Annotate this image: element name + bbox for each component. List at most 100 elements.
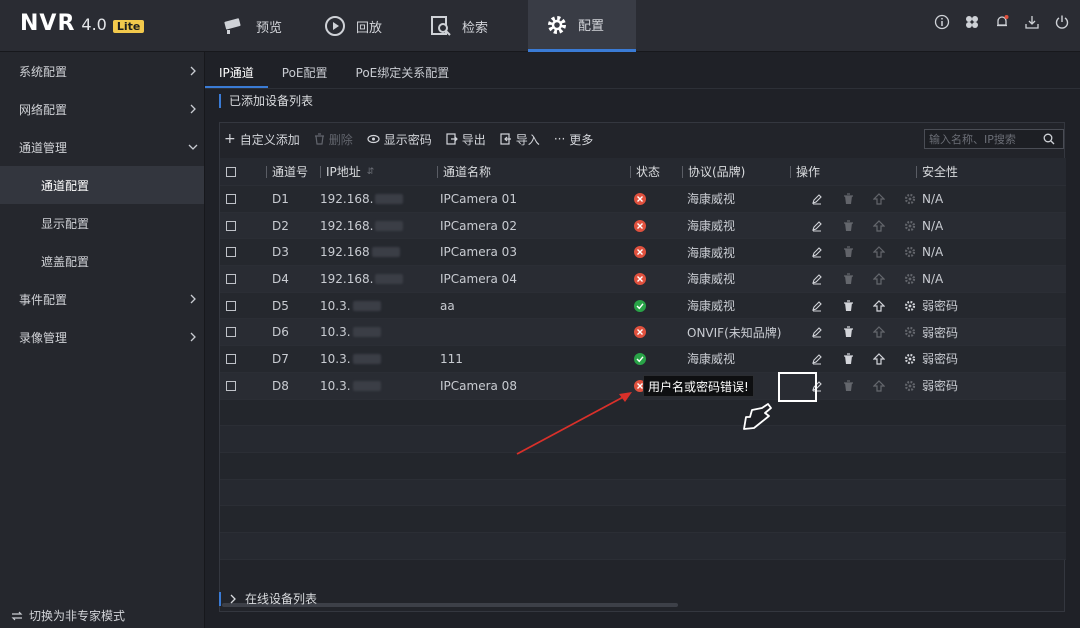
settings-icon[interactable] bbox=[903, 192, 917, 206]
column-header[interactable]: 安全性 bbox=[916, 158, 958, 185]
tab-poe-config[interactable]: PoE配置 bbox=[268, 64, 342, 88]
column-header[interactable]: 状态 bbox=[630, 158, 660, 185]
row-checkbox[interactable] bbox=[226, 373, 236, 399]
online-devices-section[interactable]: 在线设备列表 bbox=[219, 590, 317, 607]
ip-address: 10.3. bbox=[320, 346, 381, 372]
row-checkbox[interactable] bbox=[226, 266, 236, 292]
column-header[interactable]: 通道名称 bbox=[437, 158, 491, 185]
row-checkbox[interactable] bbox=[226, 346, 236, 372]
status-indicator[interactable] bbox=[630, 346, 646, 372]
status-ok-icon[interactable] bbox=[634, 352, 646, 365]
table-row[interactable]: D5 10.3. aa 海康威视 弱密码 bbox=[220, 292, 1066, 320]
switch-mode-link[interactable]: 切换为非专家模式 bbox=[11, 607, 125, 624]
sidebar-item-event[interactable]: 事件配置 bbox=[0, 280, 204, 318]
row-checkbox[interactable] bbox=[226, 239, 236, 265]
delete-icon[interactable] bbox=[841, 299, 855, 313]
status-indicator[interactable] bbox=[630, 319, 646, 345]
settings-icon[interactable] bbox=[903, 379, 917, 393]
edit-icon[interactable] bbox=[810, 325, 824, 339]
delete-icon[interactable] bbox=[841, 192, 855, 206]
status-indicator[interactable] bbox=[630, 293, 646, 319]
table-row[interactable]: D3 192.168 IPCamera 03 海康威视 N/A bbox=[220, 239, 1066, 267]
nav-search[interactable]: 检索 bbox=[412, 0, 528, 52]
upgrade-icon[interactable] bbox=[872, 245, 886, 259]
search-input[interactable] bbox=[925, 132, 1043, 146]
column-header[interactable]: 协议(品牌) bbox=[682, 158, 745, 185]
settings-icon[interactable] bbox=[903, 299, 917, 313]
edit-icon[interactable] bbox=[810, 272, 824, 286]
column-header[interactable]: 通道号 bbox=[266, 158, 308, 185]
sidebar-item-network[interactable]: 网络配置 bbox=[0, 90, 204, 128]
status-error-icon[interactable] bbox=[634, 192, 646, 205]
column-header[interactable]: 操作 bbox=[790, 158, 820, 185]
status-indicator[interactable] bbox=[630, 213, 646, 239]
settings-icon[interactable] bbox=[903, 272, 917, 286]
more-button[interactable]: ··· 更多 bbox=[554, 131, 593, 148]
download-icon[interactable] bbox=[1024, 14, 1040, 30]
upgrade-icon[interactable] bbox=[872, 299, 886, 313]
upgrade-icon[interactable] bbox=[872, 192, 886, 206]
edit-icon[interactable] bbox=[810, 245, 824, 259]
export-button[interactable]: 导出 bbox=[446, 131, 486, 148]
bell-icon[interactable] bbox=[994, 14, 1010, 30]
sidebar-item-recording[interactable]: 录像管理 bbox=[0, 318, 204, 356]
nav-preview[interactable]: 预览 bbox=[206, 0, 306, 52]
row-checkbox[interactable] bbox=[226, 186, 236, 212]
delete-icon[interactable] bbox=[841, 352, 855, 366]
upgrade-icon[interactable] bbox=[872, 272, 886, 286]
sidebar-item-channel-mgmt[interactable]: 通道管理 bbox=[0, 128, 204, 166]
power-icon[interactable] bbox=[1054, 14, 1070, 30]
settings-icon[interactable] bbox=[903, 245, 917, 259]
upgrade-icon[interactable] bbox=[872, 352, 886, 366]
status-error-icon[interactable] bbox=[634, 272, 646, 285]
settings-icon[interactable] bbox=[903, 352, 917, 366]
table-row[interactable]: D1 192.168. IPCamera 01 海康威视 N/A bbox=[220, 186, 1066, 213]
sidebar-item-display-config[interactable]: 显示配置 bbox=[0, 204, 204, 242]
edit-icon[interactable] bbox=[810, 299, 824, 313]
sidebar-item-system[interactable]: 系统配置 bbox=[0, 52, 204, 90]
row-checkbox[interactable] bbox=[226, 319, 236, 345]
edit-icon[interactable] bbox=[810, 219, 824, 233]
settings-icon[interactable] bbox=[903, 325, 917, 339]
delete-icon[interactable] bbox=[841, 219, 855, 233]
status-error-icon[interactable] bbox=[634, 219, 646, 232]
status-indicator[interactable] bbox=[630, 186, 646, 212]
delete-button[interactable]: 删除 bbox=[314, 131, 353, 148]
delete-icon[interactable] bbox=[841, 272, 855, 286]
table-row[interactable]: D2 192.168. IPCamera 02 海康威视 N/A bbox=[220, 212, 1066, 240]
settings-icon[interactable] bbox=[903, 219, 917, 233]
info-icon[interactable] bbox=[934, 14, 950, 30]
tab-ip-channel[interactable]: IP通道 bbox=[205, 64, 268, 88]
status-indicator[interactable] bbox=[630, 239, 646, 265]
sidebar-item-mask-config[interactable]: 遮盖配置 bbox=[0, 242, 204, 280]
edit-icon[interactable] bbox=[810, 192, 824, 206]
show-password-button[interactable]: 显示密码 bbox=[367, 131, 432, 148]
status-indicator[interactable] bbox=[630, 266, 646, 292]
edit-icon[interactable] bbox=[810, 352, 824, 366]
nav-config[interactable]: 配置 bbox=[528, 0, 636, 52]
row-checkbox[interactable] bbox=[226, 293, 236, 319]
status-error-icon[interactable] bbox=[634, 326, 646, 339]
delete-icon[interactable] bbox=[841, 379, 855, 393]
status-error-icon[interactable] bbox=[634, 246, 646, 259]
import-button[interactable]: 导入 bbox=[500, 131, 540, 148]
delete-icon[interactable] bbox=[841, 325, 855, 339]
column-header[interactable]: IP地址 ⇵ bbox=[320, 158, 374, 185]
table-row[interactable]: D6 10.3. ONVIF(未知品牌) 弱密码 bbox=[220, 319, 1066, 347]
nav-playback[interactable]: 回放 bbox=[306, 0, 412, 52]
upgrade-icon[interactable] bbox=[872, 219, 886, 233]
tab-poe-binding[interactable]: PoE绑定关系配置 bbox=[342, 64, 464, 88]
row-checkbox[interactable] bbox=[226, 213, 236, 239]
table-row[interactable]: D4 192.168. IPCamera 04 海康威视 N/A bbox=[220, 266, 1066, 293]
upgrade-icon[interactable] bbox=[872, 379, 886, 393]
status-ok-icon[interactable] bbox=[634, 299, 646, 312]
upgrade-icon[interactable] bbox=[872, 325, 886, 339]
search-icon[interactable] bbox=[1043, 133, 1055, 145]
table-row[interactable]: D7 10.3. 111 海康威视 弱密码 bbox=[220, 346, 1066, 373]
fan-icon[interactable] bbox=[964, 14, 980, 30]
sidebar-item-channel-config[interactable]: 通道配置 bbox=[0, 166, 204, 204]
custom-add-button[interactable]: + 自定义添加 bbox=[224, 131, 300, 148]
select-all-checkbox[interactable] bbox=[226, 158, 236, 185]
sort-icon[interactable]: ⇵ bbox=[367, 167, 375, 177]
delete-icon[interactable] bbox=[841, 245, 855, 259]
